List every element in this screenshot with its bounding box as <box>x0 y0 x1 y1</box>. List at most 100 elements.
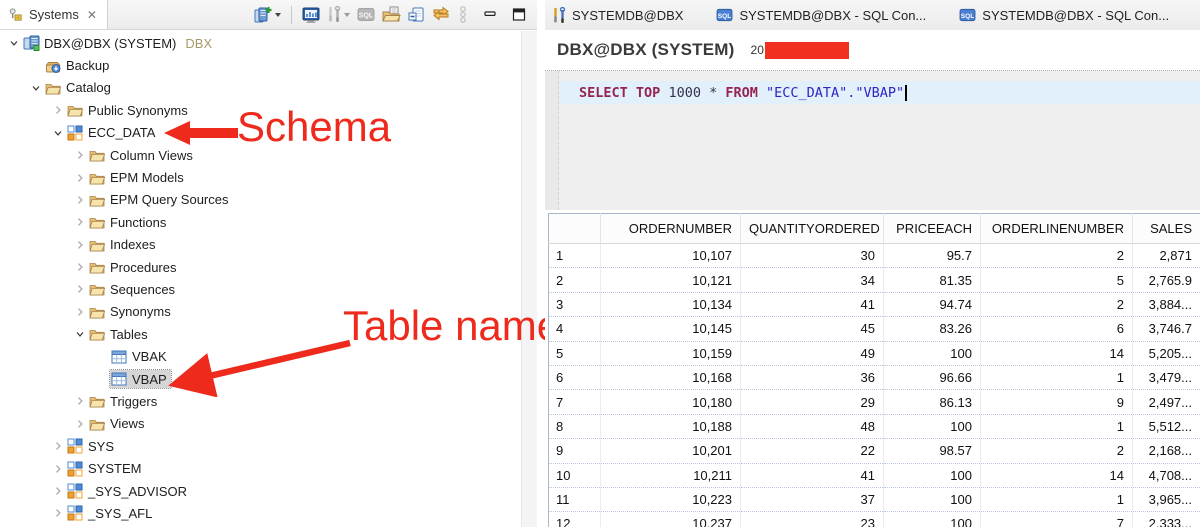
minimize-icon[interactable] <box>482 5 498 25</box>
tree-item-dbx-dbx-system[interactable]: DBX@DBX (SYSTEM)DBX <box>0 32 521 54</box>
tree-item-content[interactable]: Triggers <box>88 392 161 410</box>
folder-icon <box>89 170 107 186</box>
tree-item-content[interactable]: DBX@DBX (SYSTEM) <box>22 34 180 52</box>
tree-item-indexes[interactable]: Indexes <box>0 234 521 256</box>
table-row[interactable]: 810,1884810015,512... <box>549 414 1200 438</box>
chevron-right-icon[interactable] <box>72 283 88 295</box>
table-row[interactable]: 610,1683696.6613,479... <box>549 365 1200 389</box>
tree-item-content[interactable]: Views <box>88 415 148 433</box>
table-row[interactable]: 210,1213481.3552,765.9 <box>549 268 1200 292</box>
tree-item-vbak[interactable]: VBAK <box>0 345 521 367</box>
table-row[interactable]: 510,15949100145,205... <box>549 341 1200 365</box>
chevron-right-icon[interactable] <box>72 216 88 228</box>
table-row[interactable]: 1210,2372310072,333... <box>549 512 1200 527</box>
tree-item-content[interactable]: Synonyms <box>88 303 175 321</box>
column-header-priceeach[interactable]: PRICEEACH <box>884 214 981 244</box>
table-row[interactable]: 310,1344194.7423,884... <box>549 292 1200 316</box>
tree-item-content[interactable]: Procedures <box>88 258 180 276</box>
tree-item-vbap[interactable]: VBAP <box>0 368 521 390</box>
tree-item-tables[interactable]: Tables <box>0 323 521 345</box>
column-header-ordernumber[interactable]: ORDERNUMBER <box>601 214 741 244</box>
column-header-rownum[interactable] <box>549 214 601 244</box>
table-row[interactable]: 1010,21141100144,708... <box>549 463 1200 487</box>
tree-item-views[interactable]: Views <box>0 413 521 435</box>
close-icon[interactable]: ✕ <box>87 8 97 22</box>
open-folder-icon[interactable] <box>382 5 401 25</box>
tree-item-catalog[interactable]: Catalog <box>0 77 521 99</box>
tree-item-sys-advisor[interactable]: _SYS_ADVISOR <box>0 480 521 502</box>
maximize-icon[interactable] <box>511 5 527 25</box>
chevron-down-icon[interactable] <box>6 37 22 49</box>
tree-item-column-views[interactable]: Column Views <box>0 144 521 166</box>
tree-item-content[interactable]: Catalog <box>44 79 115 97</box>
editor-tab-2[interactable]: SQLSYSTEMDB@DBX - SQL Con... <box>709 0 952 30</box>
tree-item-sys-afl[interactable]: _SYS_AFL <box>0 502 521 524</box>
tree-item-content[interactable]: ECC_DATA <box>66 124 159 142</box>
tree-item-backup[interactable]: Backup <box>0 54 521 76</box>
chevron-down-icon[interactable] <box>28 82 44 94</box>
table-row[interactable]: 110,1073095.722,871 <box>549 244 1200 268</box>
systems-view-icon <box>8 7 23 22</box>
tree-item-triggers[interactable]: Triggers <box>0 390 521 412</box>
chevron-right-icon[interactable] <box>72 239 88 251</box>
chevron-right-icon[interactable] <box>50 440 66 452</box>
chevron-right-icon[interactable] <box>72 306 88 318</box>
chevron-right-icon[interactable] <box>72 418 88 430</box>
tree-item-content[interactable]: SYS <box>66 437 118 455</box>
column-header-quantityordered[interactable]: QUANTITYORDERED <box>741 214 884 244</box>
tree-item-content[interactable]: VBAK <box>110 348 171 366</box>
chevron-right-icon[interactable] <box>72 261 88 273</box>
table-row[interactable]: 410,1454583.2663,746.7 <box>549 317 1200 341</box>
chevron-down-icon[interactable] <box>275 13 281 17</box>
tree-item-content[interactable]: Public Synonyms <box>66 101 192 119</box>
editor-tab-3[interactable]: SQLSYSTEMDB@DBX - SQL Con... <box>952 0 1195 30</box>
tree-item-content[interactable]: _SYS_ADVISOR <box>66 482 191 500</box>
tree-item-content[interactable]: SYSTEM <box>66 460 145 478</box>
tree-item-sequences[interactable]: Sequences <box>0 278 521 300</box>
chevron-right-icon[interactable] <box>50 485 66 497</box>
tree-item-content[interactable]: Backup <box>44 57 113 75</box>
tree-item-procedures[interactable]: Procedures <box>0 256 521 278</box>
table-row[interactable]: 1110,2233710013,965... <box>549 487 1200 511</box>
tree-item-content[interactable]: Sequences <box>88 280 179 298</box>
chevron-right-icon[interactable] <box>50 104 66 116</box>
tab-systems[interactable]: Systems ✕ <box>0 0 108 29</box>
chevron-down-icon[interactable] <box>50 127 66 139</box>
tree-item-system[interactable]: SYSTEM <box>0 457 521 479</box>
table-row[interactable]: 910,2012298.5722,168... <box>549 439 1200 463</box>
tree-item-functions[interactable]: Functions <box>0 211 521 233</box>
chevron-right-icon[interactable] <box>72 149 88 161</box>
system-monitor-icon[interactable] <box>302 5 320 25</box>
tree-item-content[interactable]: EPM Query Sources <box>88 191 233 209</box>
tree-item-sys[interactable]: SYS <box>0 435 521 457</box>
tree-item-content[interactable]: _SYS_AFL <box>66 504 156 522</box>
tree-item-content[interactable]: Column Views <box>88 146 197 164</box>
column-header-sales[interactable]: SALES <box>1133 214 1200 244</box>
tree-item-content[interactable]: Functions <box>88 213 170 231</box>
chevron-right-icon[interactable] <box>50 463 66 475</box>
chevron-right-icon[interactable] <box>72 395 88 407</box>
sql-editor[interactable]: SELECT TOP 1000 * FROM "ECC_DATA"."VBAP" <box>545 71 1200 210</box>
tree-item-ecc-data[interactable]: ECC_DATA <box>0 122 521 144</box>
chevron-right-icon[interactable] <box>72 172 88 184</box>
tree-item-synonyms[interactable]: Synonyms <box>0 301 521 323</box>
tree-item-content[interactable]: Indexes <box>88 236 160 254</box>
editor-tab-1[interactable]: SYSTEMDB@DBX <box>545 0 709 30</box>
column-header-orderlinenumber[interactable]: ORDERLINENUMBER <box>981 214 1133 244</box>
chevron-right-icon[interactable] <box>50 507 66 519</box>
refresh-icon[interactable] <box>432 5 450 25</box>
collapse-all-icon[interactable] <box>408 5 425 25</box>
vertical-scrollbar[interactable] <box>521 31 537 527</box>
table-row[interactable]: 710,1802986.1392,497... <box>549 390 1200 414</box>
tree-item-content[interactable]: Tables <box>88 325 152 343</box>
sql-statement-line[interactable]: SELECT TOP 1000 * FROM "ECC_DATA"."VBAP" <box>559 81 1200 104</box>
tree-item-content[interactable]: EPM Models <box>88 169 188 187</box>
chevron-right-icon[interactable] <box>72 194 88 206</box>
chevron-down-icon[interactable] <box>72 328 88 340</box>
tree-item-epm-query-sources[interactable]: EPM Query Sources <box>0 189 521 211</box>
add-system-icon[interactable] <box>253 5 281 25</box>
table-cell: 14 <box>981 341 1133 365</box>
tree-item-public-synonyms[interactable]: Public Synonyms <box>0 99 521 121</box>
tree-item-content[interactable]: VBAP <box>110 370 171 388</box>
tree-item-epm-models[interactable]: EPM Models <box>0 166 521 188</box>
